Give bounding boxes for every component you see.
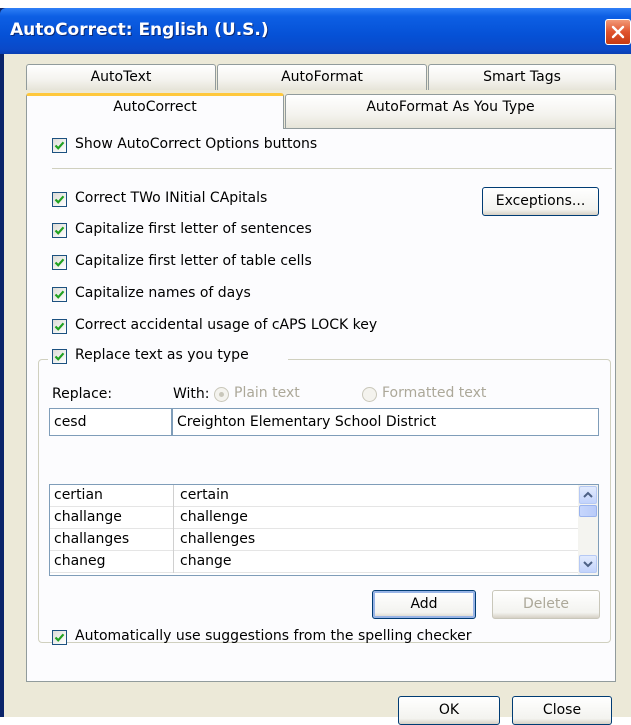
entry-replace: chaneg bbox=[54, 553, 106, 569]
plain-text-label: Plain text bbox=[234, 385, 300, 401]
correct-two-initials-label[interactable]: Correct TWo INitial CApitals bbox=[75, 190, 267, 206]
column-divider bbox=[173, 507, 174, 529]
capitalize-sentences-checkbox[interactable] bbox=[52, 223, 67, 238]
ok-button[interactable]: OK bbox=[398, 696, 500, 725]
column-divider bbox=[173, 485, 174, 507]
formatted-text-radio[interactable] bbox=[362, 387, 377, 402]
check-icon bbox=[54, 141, 65, 150]
entry-with: certain bbox=[180, 487, 229, 503]
tab-label: Smart Tags bbox=[483, 69, 561, 85]
close-window-button[interactable] bbox=[605, 19, 631, 45]
list-item[interactable]: certian certain bbox=[50, 485, 580, 507]
replace-input[interactable]: cesd bbox=[49, 408, 172, 436]
divider bbox=[52, 168, 612, 169]
replace-text-checkbox[interactable] bbox=[52, 349, 67, 364]
entry-replace: certian bbox=[54, 487, 103, 503]
tab-label: AutoFormat bbox=[281, 69, 363, 85]
tab-autoformat-as-you-type[interactable]: AutoFormat As You Type bbox=[285, 94, 616, 128]
show-autocorrect-buttons-checkbox[interactable] bbox=[52, 138, 67, 153]
check-icon bbox=[54, 322, 65, 331]
entry-replace: challange bbox=[54, 509, 122, 525]
check-icon bbox=[54, 352, 65, 361]
replace-text-label[interactable]: Replace text as you type bbox=[75, 347, 249, 363]
radio-dot bbox=[219, 392, 224, 397]
tab-label: AutoCorrect bbox=[113, 99, 197, 115]
close-button[interactable]: Close bbox=[512, 696, 612, 725]
tab-label: AutoText bbox=[90, 69, 152, 85]
column-divider bbox=[173, 551, 174, 573]
with-input[interactable]: Creighton Elementary School District bbox=[172, 408, 599, 436]
check-icon bbox=[54, 258, 65, 267]
correct-two-initials-checkbox[interactable] bbox=[52, 192, 67, 207]
autocorrect-entries-list[interactable]: certian certain challange challenge chal… bbox=[49, 484, 599, 576]
tab-autocorrect[interactable]: AutoCorrect bbox=[26, 93, 284, 129]
capitalize-table-cells-label[interactable]: Capitalize first letter of table cells bbox=[75, 253, 312, 269]
capitalize-table-cells-checkbox[interactable] bbox=[52, 255, 67, 270]
tab-label: AutoFormat As You Type bbox=[366, 99, 535, 115]
tab-autotext[interactable]: AutoText bbox=[26, 64, 216, 90]
entry-with: challenges bbox=[180, 531, 256, 547]
tab-autoformat[interactable]: AutoFormat bbox=[217, 64, 427, 90]
scroll-up-button[interactable] bbox=[579, 486, 597, 504]
check-icon bbox=[54, 226, 65, 235]
dialog-title: AutoCorrect: English (U.S.) bbox=[10, 20, 269, 40]
autocorrect-dialog: AutoCorrect: English (U.S.) AutoText Aut… bbox=[0, 8, 631, 725]
title-bar[interactable]: AutoCorrect: English (U.S.) bbox=[0, 8, 631, 54]
entry-replace: challanges bbox=[54, 531, 130, 547]
close-x-icon bbox=[611, 25, 625, 39]
entry-with: change bbox=[180, 553, 232, 569]
caps-lock-label[interactable]: Correct accidental usage of cAPS LOCK ke… bbox=[75, 317, 377, 333]
dialog-body: AutoText AutoFormat Smart Tags AutoCorre… bbox=[4, 54, 631, 725]
exceptions-button[interactable]: Exceptions... bbox=[482, 187, 599, 216]
with-label: With: bbox=[173, 386, 210, 402]
scroll-thumb[interactable] bbox=[579, 505, 597, 517]
show-autocorrect-buttons-label[interactable]: Show AutoCorrect Options buttons bbox=[75, 136, 317, 152]
column-divider bbox=[173, 529, 174, 551]
spelling-suggestions-checkbox[interactable] bbox=[52, 630, 67, 645]
list-scrollbar[interactable] bbox=[578, 485, 598, 575]
entry-with: challenge bbox=[180, 509, 248, 525]
scroll-down-arrow-icon bbox=[583, 561, 593, 568]
capitalize-days-label[interactable]: Capitalize names of days bbox=[75, 285, 251, 301]
capitalize-sentences-label[interactable]: Capitalize first letter of sentences bbox=[75, 221, 312, 237]
check-icon bbox=[54, 195, 65, 204]
add-button[interactable]: Add bbox=[372, 590, 476, 619]
formatted-text-label: Formatted text bbox=[382, 385, 487, 401]
spelling-suggestions-label[interactable]: Automatically use suggestions from the s… bbox=[75, 628, 472, 644]
list-item[interactable]: challange challenge bbox=[50, 507, 580, 529]
replace-label: Replace: bbox=[52, 386, 113, 402]
list-item[interactable]: chaneg change bbox=[50, 551, 580, 573]
caps-lock-checkbox[interactable] bbox=[52, 319, 67, 334]
capitalize-days-checkbox[interactable] bbox=[52, 287, 67, 302]
tab-smart-tags[interactable]: Smart Tags bbox=[428, 64, 616, 90]
list-item[interactable]: challanges challenges bbox=[50, 529, 580, 551]
check-icon bbox=[54, 633, 65, 642]
check-icon bbox=[54, 290, 65, 299]
scroll-up-arrow-icon bbox=[583, 491, 593, 498]
delete-button[interactable]: Delete bbox=[492, 590, 600, 619]
scroll-down-button[interactable] bbox=[579, 555, 597, 573]
plain-text-radio[interactable] bbox=[214, 387, 229, 402]
